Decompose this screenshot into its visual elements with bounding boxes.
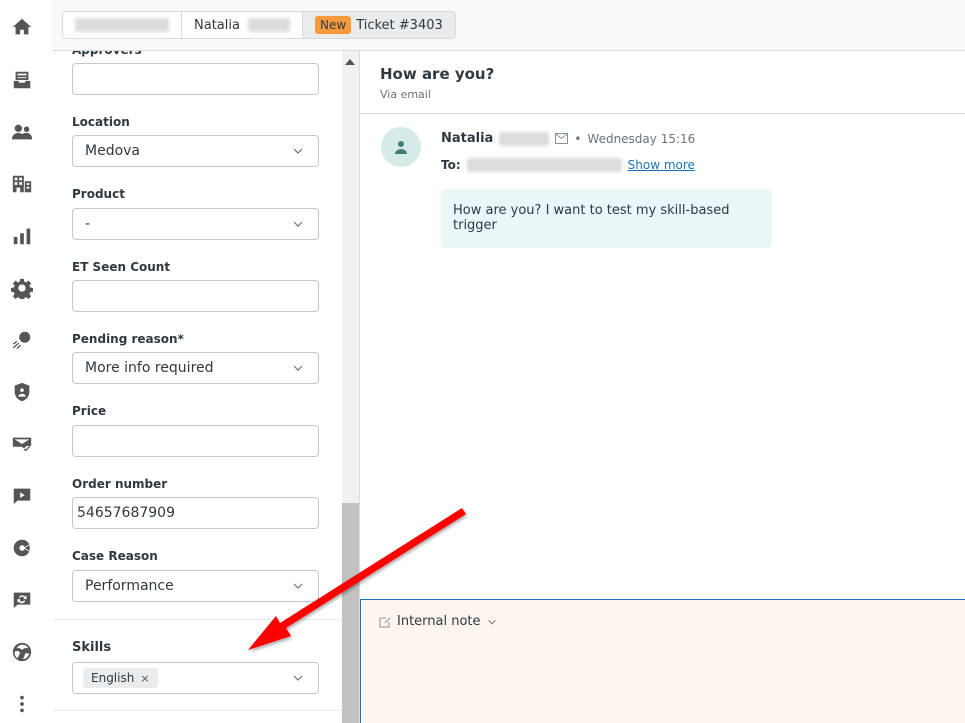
nav-views[interactable] [10,68,34,92]
nav-apps[interactable] [10,328,34,352]
separator-dot: • [574,131,582,146]
skill-tag-english: English × [83,668,158,688]
product-label: Product [72,187,125,201]
status-badge-new: New [315,16,352,34]
location-label: Location [72,115,130,129]
ticket-subject: How are you? [380,65,495,83]
email-icon [12,437,32,452]
envelope-icon [555,133,569,144]
composer-mode-label: Internal note [397,614,481,629]
case-reason-label: Case Reason [72,549,158,563]
nav-admin[interactable] [10,276,34,300]
section-divider [52,710,342,711]
chevron-down-icon [293,365,303,371]
chevron-down-icon [293,221,303,227]
left-nav [0,0,52,723]
nav-more[interactable] [10,692,34,716]
nav-email[interactable] [10,432,34,456]
scroll-up-arrow-icon[interactable] [345,59,355,65]
order-number-label: Order number [72,477,168,491]
order-number-input[interactable]: 54657687909 [72,497,319,529]
nav-organizations[interactable] [10,172,34,196]
nav-security[interactable] [10,380,34,404]
pending-reason-label: Pending reason* [72,332,184,346]
case-reason-value: Performance [85,578,174,594]
nav-sell[interactable] [10,536,34,560]
pending-reason-value: More info required [85,360,214,376]
location-select[interactable]: Medova [72,135,319,167]
chevron-down-icon [293,675,303,681]
message-sender-row: Natalia • Wednesday 15:16 [441,131,695,146]
pending-reason-select[interactable]: More info required [72,352,319,384]
nav-customers[interactable] [10,120,34,144]
product-value: - [85,216,91,232]
message-bubble: How are you? I want to test my skill-bas… [441,189,772,248]
ticket-fields-panel: Approvers Location Medova Product - ET S… [52,51,342,723]
chevron-down-icon [487,619,496,624]
redacted-recipients [466,158,622,172]
avatar[interactable] [381,127,421,167]
case-reason-select[interactable]: Performance [72,570,319,602]
views-icon [13,71,31,89]
talk-icon [13,592,31,609]
composer[interactable]: Internal note [360,599,965,723]
redacted-surname [499,131,550,146]
show-more-link[interactable]: Show more [628,158,695,172]
skills-select[interactable]: English × [72,662,319,694]
more-icon [20,695,24,713]
skill-tag-label: English [91,671,135,685]
et-seen-count-input[interactable] [72,280,319,312]
redacted-organization [75,18,169,32]
context-tabs: Natalia New Ticket #3403 [62,11,456,39]
conversation-header: How are you? Via email [360,51,965,114]
security-icon [14,382,30,402]
tab-ticket-label: Ticket #3403 [356,17,443,33]
scrollbar-thumb[interactable] [342,503,359,723]
video-chat-icon [13,488,31,505]
tab-organization[interactable] [63,12,182,38]
tab-user[interactable]: Natalia [182,12,303,38]
reporting-icon [13,228,31,245]
message-timestamp: Wednesday 15:16 [587,131,696,146]
nav-home[interactable] [10,15,34,39]
redacted-surname [247,18,290,32]
et-seen-count-label: ET Seen Count [72,260,171,274]
price-input[interactable] [72,425,319,457]
price-label: Price [72,404,107,418]
recipients-row: To: Show more [441,158,695,172]
app-root: Natalia New Ticket #3403 Approvers Locat… [0,0,965,723]
composer-mode-selector[interactable]: Internal note [379,614,497,629]
nav-explore[interactable] [10,640,34,664]
ticket-channel: Via email [380,88,431,101]
tab-user-name: Natalia [194,17,240,33]
section-divider [52,619,342,620]
skills-label: Skills [72,640,112,655]
home-icon [12,18,32,35]
tab-ticket[interactable]: New Ticket #3403 [303,12,455,38]
chevron-down-icon [293,148,303,154]
organizations-icon [12,175,32,193]
conversation-panel: How are you? Via email Natalia • Wednesd… [360,51,965,723]
approvers-label: Approvers [72,51,142,57]
to-label: To: [441,158,461,172]
top-bar: Natalia New Ticket #3403 [52,0,965,51]
user-icon [395,141,407,154]
nav-reporting[interactable] [10,224,34,248]
apps-icon [12,331,31,350]
form-scrollbar[interactable] [342,51,359,723]
admin-settings-icon [11,278,33,299]
explore-icon [12,642,32,662]
chevron-down-icon [293,583,303,589]
sell-icon [13,539,30,557]
nav-video[interactable] [10,484,34,508]
approvers-input[interactable] [72,63,319,95]
sender-name[interactable]: Natalia [441,131,493,146]
location-value: Medova [85,143,141,159]
nav-talk[interactable] [10,588,34,612]
remove-tag-icon[interactable]: × [140,672,149,685]
edit-note-icon [379,617,391,627]
product-select[interactable]: - [72,208,319,240]
customers-icon [11,124,33,140]
